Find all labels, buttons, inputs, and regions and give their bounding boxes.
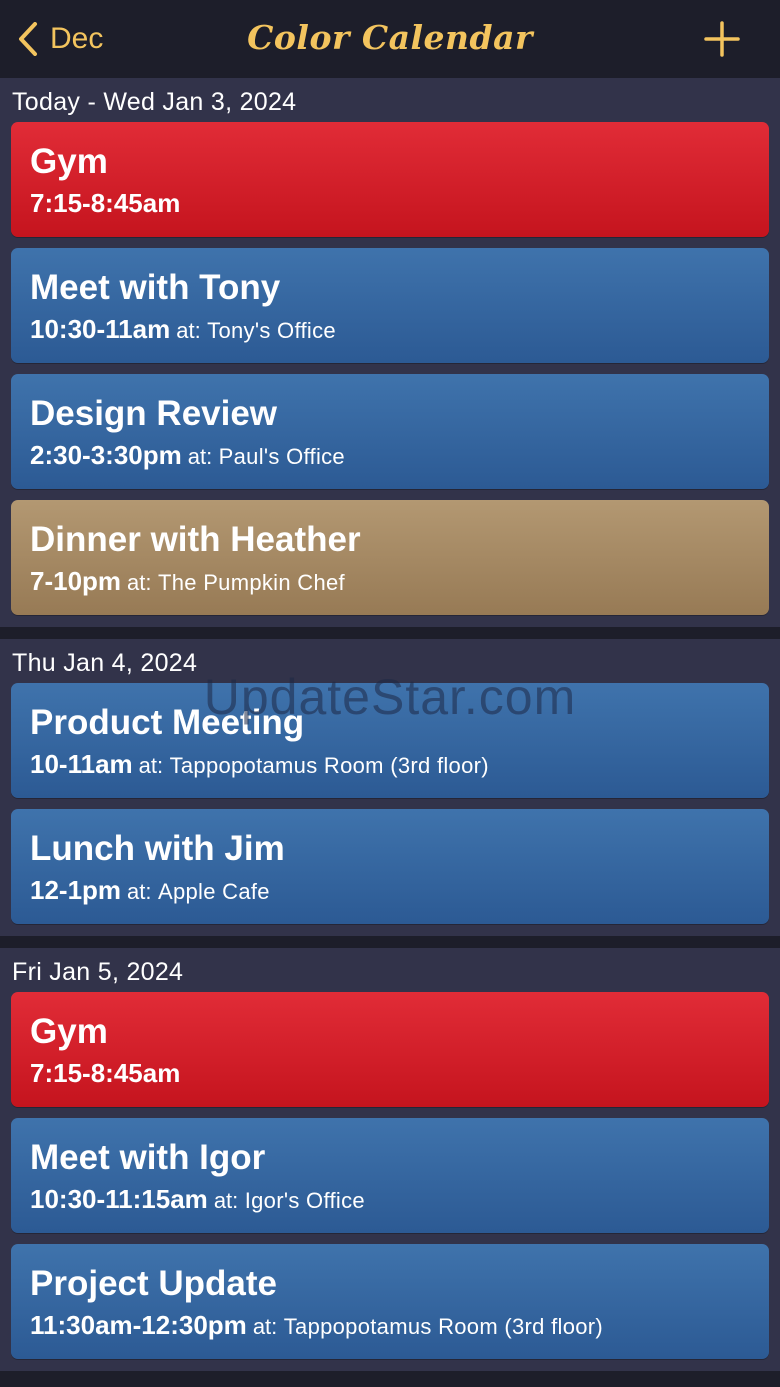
event-details: 2:30-3:30pm at: Paul's Office bbox=[30, 439, 345, 476]
event-location: Paul's Office bbox=[218, 444, 345, 469]
navigation-bar: Dec Color Calendar bbox=[0, 0, 780, 78]
add-event-button[interactable] bbox=[704, 21, 740, 57]
event-time: 7:15-8:45am bbox=[30, 188, 181, 218]
event-time: 7:15-8:45am bbox=[30, 1058, 181, 1088]
event-at-label: at: bbox=[213, 1188, 239, 1213]
event-details: 7:15-8:45am bbox=[30, 1057, 180, 1094]
event-location: Apple Cafe bbox=[157, 879, 270, 904]
event-card[interactable]: Gym 7:15-8:45am bbox=[11, 122, 769, 237]
event-title: Meet with Igor bbox=[30, 1138, 266, 1177]
event-location: Tappopotamus Room (3rd floor) bbox=[283, 1314, 604, 1339]
event-title: Meet with Tony bbox=[30, 268, 281, 307]
event-at-label: at: bbox=[138, 753, 164, 778]
event-time: 10-11am bbox=[30, 749, 133, 779]
event-card[interactable]: Meet with Igor 10:30-11:15am at: Igor's O… bbox=[11, 1118, 769, 1233]
event-title: Gym bbox=[30, 142, 108, 181]
event-card[interactable]: Project Update 11:30am-12:30pm at: Tappop… bbox=[11, 1244, 769, 1359]
day-section: Today - Wed Jan 3, 2024 Gym 7:15-8:45am … bbox=[0, 78, 780, 627]
event-details: 10:30-11:15am at: Igor's Office bbox=[30, 1183, 365, 1220]
event-time: 11:30am-12:30pm bbox=[30, 1310, 247, 1340]
event-title: Project Update bbox=[30, 1264, 277, 1303]
day-section: Thu Jan 4, 2024 Product Meeting 10-11am a… bbox=[0, 639, 780, 936]
event-card[interactable]: Product Meeting 10-11am at: Tappopotamus … bbox=[11, 683, 769, 798]
event-details: 10:30-11am at: Tony's Office bbox=[30, 313, 336, 350]
event-location: Tappopotamus Room (3rd floor) bbox=[169, 753, 489, 778]
event-at-label: at: bbox=[176, 318, 201, 343]
event-title: Lunch with Jim bbox=[30, 829, 285, 868]
app-title: Color Calendar bbox=[247, 18, 533, 57]
event-time: 7-10pm bbox=[30, 566, 122, 596]
day-header: Fri Jan 5, 2024 bbox=[12, 958, 184, 986]
event-details: 11:30am-12:30pm at: Tappopotamus Room (3r… bbox=[30, 1309, 603, 1346]
event-time: 10:30-11:15am bbox=[30, 1184, 208, 1214]
day-header: Thu Jan 4, 2024 bbox=[12, 649, 198, 677]
event-details: 12-1pm at: Apple Cafe bbox=[30, 874, 270, 911]
event-title: Gym bbox=[30, 1012, 108, 1051]
event-card[interactable]: Gym 7:15-8:45am bbox=[11, 992, 769, 1107]
event-time: 10:30-11am bbox=[30, 314, 171, 344]
day-divider bbox=[0, 936, 780, 948]
event-details: 7:15-8:45am bbox=[30, 187, 180, 224]
event-time: 2:30-3:30pm bbox=[30, 440, 182, 470]
event-details: 10-11am at: Tappopotamus Room (3rd floor) bbox=[30, 748, 489, 785]
day-list: Today - Wed Jan 3, 2024 Gym 7:15-8:45am … bbox=[0, 78, 780, 1371]
event-at-label: at: bbox=[127, 570, 152, 595]
event-time: 12-1pm bbox=[30, 875, 122, 905]
event-details: 7-10pm at: The Pumpkin Chef bbox=[30, 565, 345, 602]
day-header: Today - Wed Jan 3, 2024 bbox=[12, 88, 297, 116]
event-card[interactable]: Lunch with Jim 12-1pm at: Apple Cafe bbox=[11, 809, 769, 924]
event-at-label: at: bbox=[187, 444, 213, 469]
event-location: Tony's Office bbox=[207, 318, 336, 343]
event-title: Dinner with Heather bbox=[30, 520, 361, 559]
day-section: Fri Jan 5, 2024 Gym 7:15-8:45am Meet wit… bbox=[0, 948, 780, 1371]
event-card[interactable]: Meet with Tony 10:30-11am at: Tony's Offi… bbox=[11, 248, 769, 363]
plus-icon bbox=[704, 21, 740, 57]
event-title: Design Review bbox=[30, 394, 278, 433]
event-location: Igor's Office bbox=[244, 1188, 365, 1213]
event-location: The Pumpkin Chef bbox=[157, 570, 345, 595]
event-at-label: at: bbox=[127, 879, 152, 904]
event-title: Product Meeting bbox=[30, 703, 305, 742]
event-card[interactable]: Dinner with Heather 7-10pm at: The Pumpki… bbox=[11, 500, 769, 615]
event-at-label: at: bbox=[252, 1314, 278, 1339]
event-card[interactable]: Design Review 2:30-3:30pm at: Paul's Offi… bbox=[11, 374, 769, 489]
day-divider bbox=[0, 627, 780, 639]
